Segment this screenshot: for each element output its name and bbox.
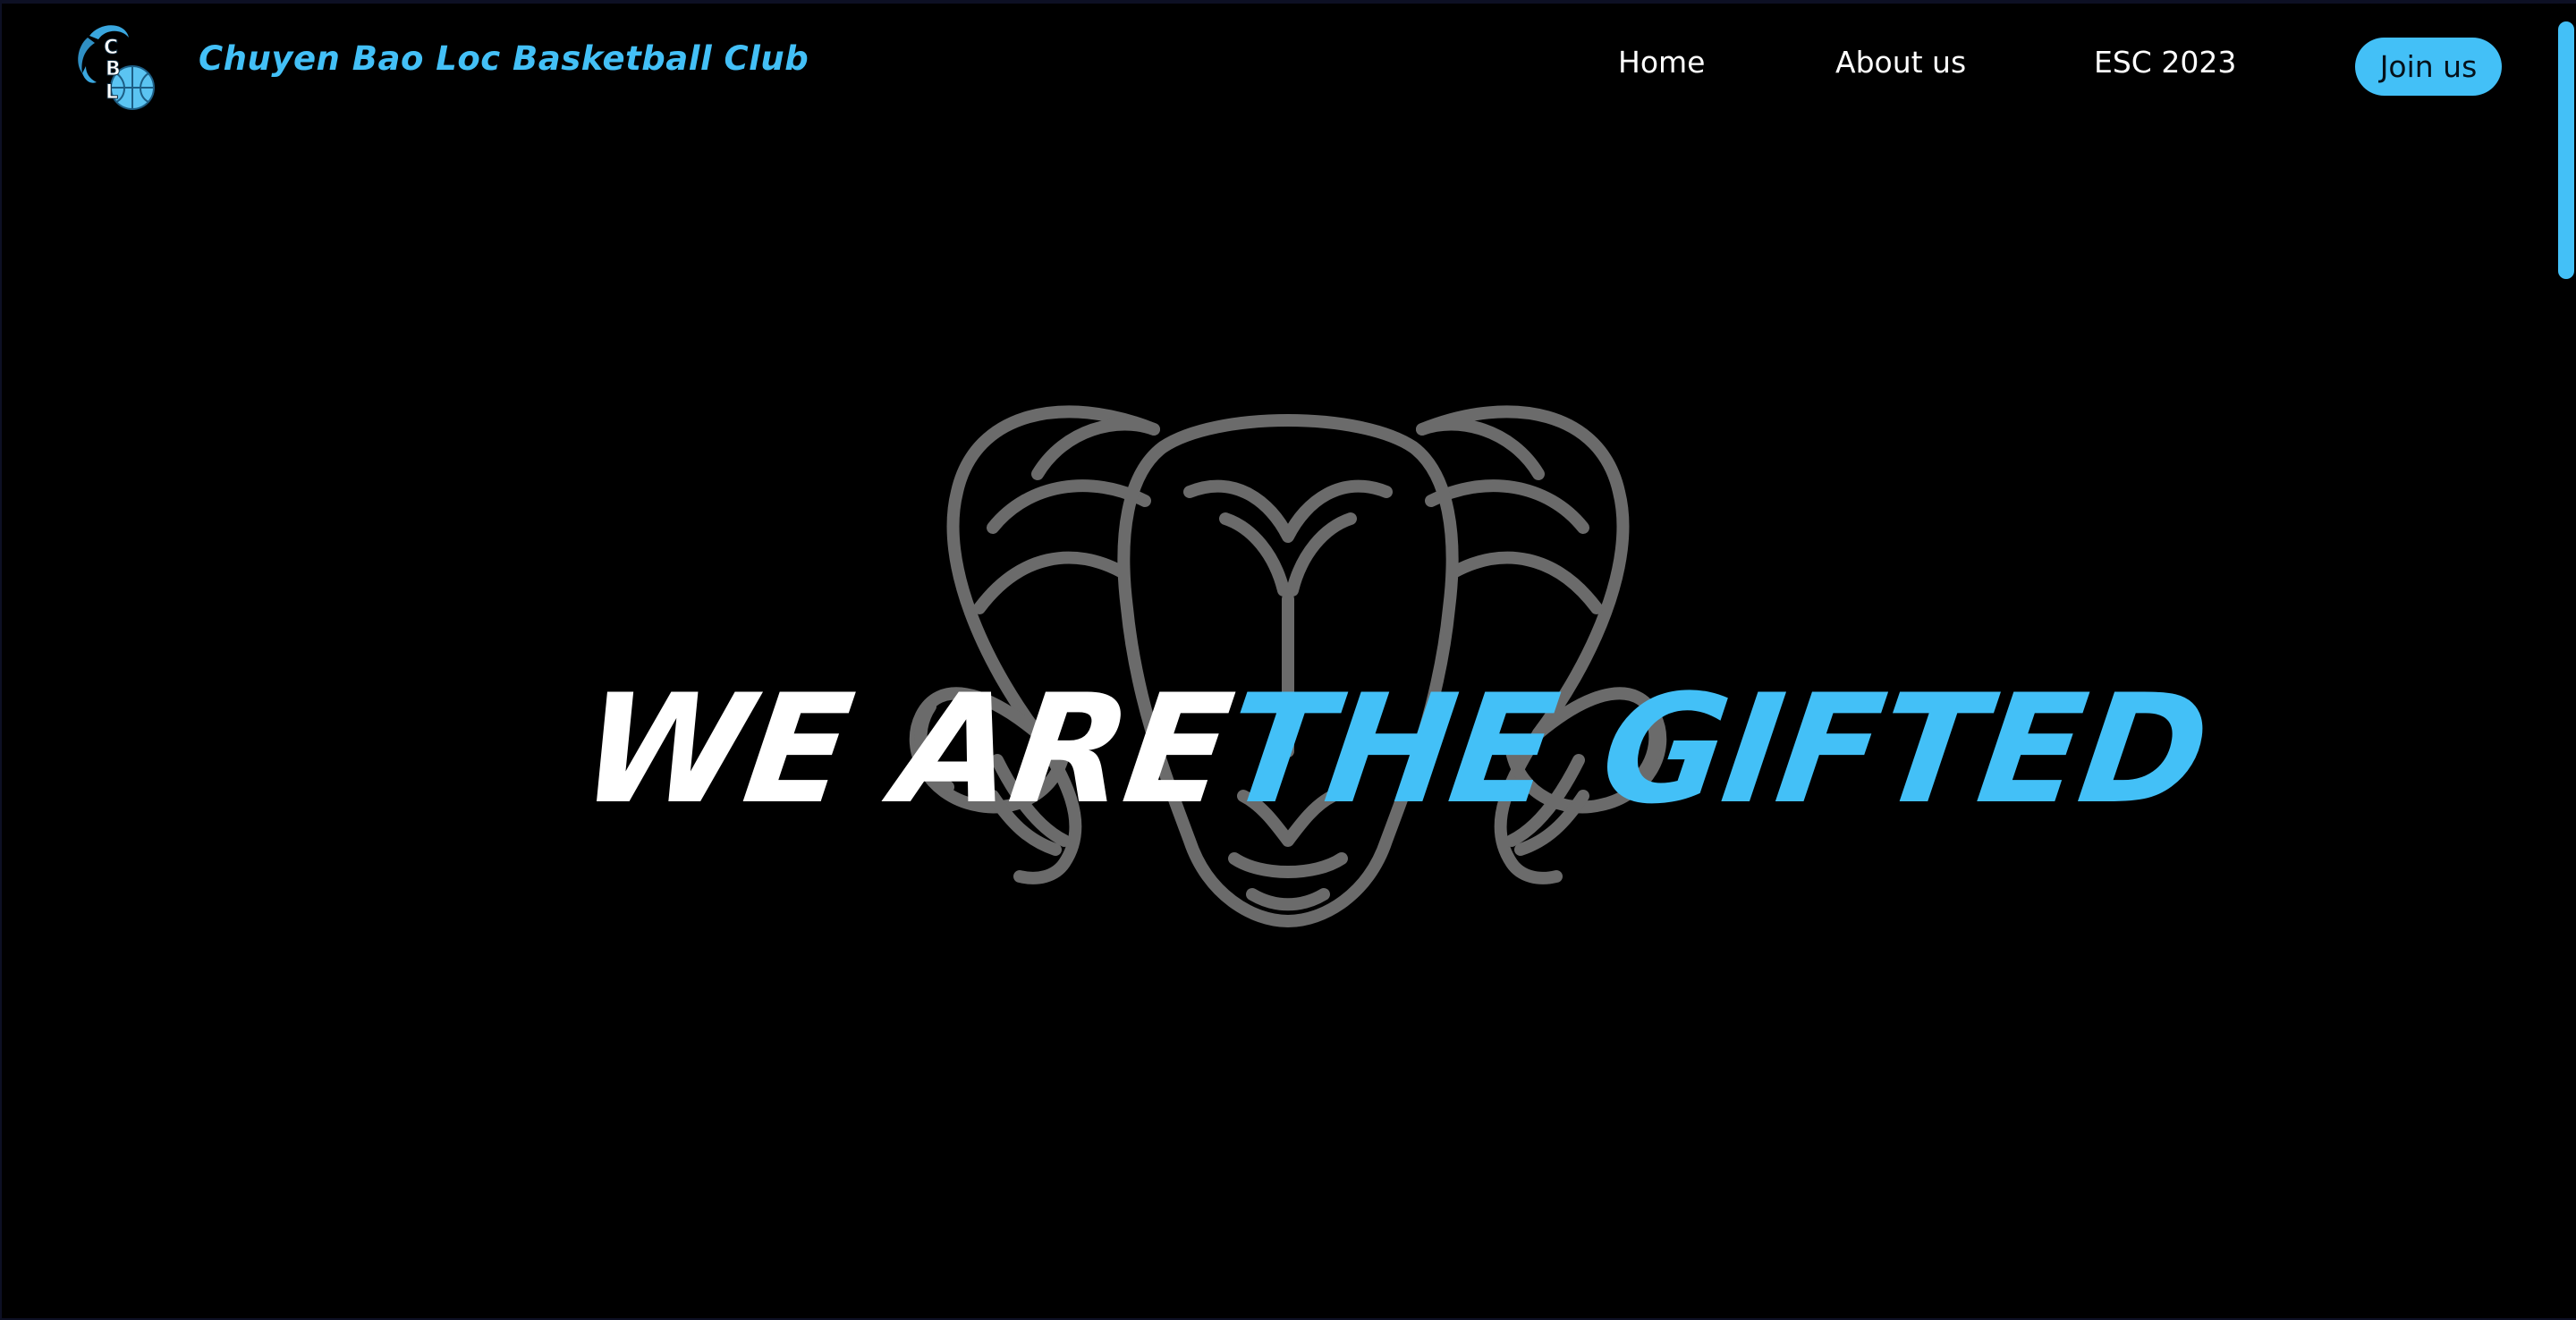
svg-text:L: L — [106, 81, 118, 104]
svg-text:B: B — [106, 58, 121, 80]
scrollbar-thumb[interactable] — [2558, 21, 2574, 279]
top-navbar: C B L Chuyen Bao Loc Basketball Club Hom… — [0, 0, 2576, 134]
nav-link-home[interactable]: Home — [1618, 45, 1705, 80]
hero-headline: WE ARETHE GIFTED — [571, 662, 2217, 837]
site-title[interactable]: Chuyen Bao Loc Basketball Club — [199, 39, 809, 78]
hero-headline-white: WE ARE — [571, 661, 1241, 837]
join-us-button[interactable]: Join us — [2355, 38, 2502, 96]
svg-text:C: C — [104, 37, 118, 59]
hero-headline-blue: THE GIFTED — [1215, 661, 2217, 837]
nav-link-about-us[interactable]: About us — [1835, 45, 1966, 80]
nav-link-esc-2023[interactable]: ESC 2023 — [2094, 45, 2236, 80]
club-logo-icon[interactable]: C B L — [70, 20, 159, 114]
